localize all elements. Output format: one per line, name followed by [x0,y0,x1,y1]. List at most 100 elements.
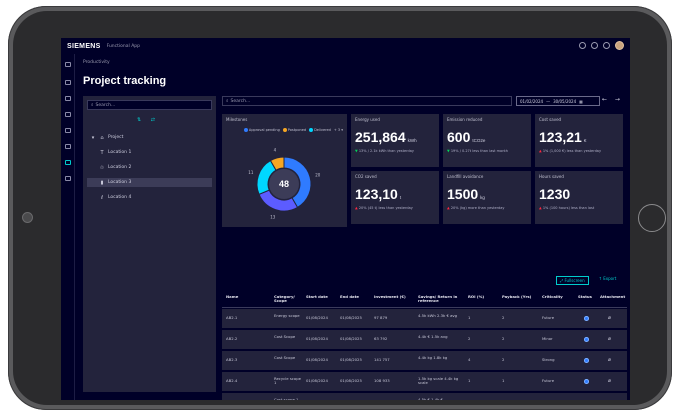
column-header[interactable]: Category/ Scope [274,294,304,303]
kpi-number: 600 [447,129,471,145]
kpi-value: 1230 [539,186,570,202]
donut-segment-label: 11 [248,170,254,175]
avatar[interactable] [615,41,624,50]
kpi-trend: ▲ 1% (1,000 €) less than yesterday [539,149,601,153]
kpi-unit: t [399,195,402,200]
attachment-icon[interactable]: ⌀ [608,399,611,400]
table-row[interactable]: AB2.5Cost scope 101/08/202401/08/2025142… [222,393,627,400]
kpi-trend-text: 20% (kg) more than yesterday [450,206,505,210]
page-title: Project tracking [83,75,167,87]
search-nav-icon[interactable] [65,96,71,101]
column-header[interactable]: Attachment [600,294,625,299]
chart-nav-icon[interactable] [65,112,71,117]
list-nav-icon[interactable] [65,176,71,181]
table-cell: AB2.3 [226,357,238,362]
app-screen: SIEMENS Functional App Productivity Proj… [61,38,630,400]
kpi-card: Hours saved 1230 ▲ 1% (100 hours) less tha… [535,171,623,224]
tree-item[interactable]: T Location 1 [87,148,212,157]
table-cell: 63 792 [374,336,388,341]
tree-item-label: Location 3 [108,180,132,185]
settings-icon[interactable] [591,42,598,49]
attachment-icon[interactable]: ⌀ [608,315,611,321]
tree-item[interactable]: ▮ Location 3 [87,178,212,187]
table-cell: Future [542,378,555,383]
kpi-value: 1500 kg [447,186,485,202]
kpi-value: 123,21 € [539,129,586,145]
table-row[interactable]: AB2.3 Cost Scope 01/08/2024 01/08/2025 141 7… [222,351,627,371]
kpi-unit: € [583,138,587,143]
help-icon[interactable] [579,42,586,49]
export-button[interactable]: ↑ Export [599,276,617,285]
calendar-icon: ▦ [579,98,583,104]
kpi-number: 123,10 [355,186,398,202]
kpi-label: CO2 saved [355,174,377,179]
tree-toolbar[interactable]: ⇅ ⇄ [137,117,159,123]
app-name: Functional App [106,43,140,49]
kpi-trend: ▲ 20% (kg) more than yesterday [447,206,504,210]
fullscreen-button[interactable]: ⤢ Fullscreen [556,276,589,285]
table-cell: Cost Scope [274,355,296,360]
status-icon [584,358,589,363]
attachment-icon[interactable]: ⌀ [608,357,611,363]
column-header[interactable]: Start date [306,294,328,299]
column-header[interactable]: Savings/ Return in reference [418,294,466,303]
table-cell: 01/08/2025 [340,315,362,320]
notification-icon[interactable] [603,42,610,49]
kpi-trend: ▼ 19% / 0.27t less than last month [447,149,508,153]
column-header[interactable]: ROI (%) [468,294,484,299]
tools-nav-icon[interactable] [65,128,71,133]
column-header[interactable]: Investment (€) [374,294,406,299]
table-toolbar: ⤢ Fullscreen ↑ Export [556,276,616,285]
top-bar-actions [579,41,624,50]
table-cell: 01/08/2024 [306,378,328,383]
table-row[interactable]: AB2.1 Energy scope 01/08/2024 01/08/2025 97 … [222,309,627,329]
kpi-trend-text: 19% / 0.27t less than last month [450,149,509,153]
project-nav-icon[interactable] [65,160,71,165]
table-cell: Cost Scope [274,334,296,339]
column-header[interactable]: End date [340,294,359,299]
tree-item-label: Project [108,135,124,140]
kpi-label: Hours saved [539,174,564,179]
attachment-icon[interactable]: ⌀ [608,378,611,384]
kpi-number: 1230 [539,186,571,202]
document-nav-icon[interactable] [65,144,71,149]
table-cell: AB2.2 [226,336,238,341]
table-header: Name Category/ Scope Start date End date Inv… [222,288,627,308]
kpi-label: Emission reduced [447,117,483,122]
location-icon: ▮ [100,179,104,186]
column-header[interactable]: Payback (Yrs) [502,294,531,299]
tree-item[interactable]: ♲ Location 2 [87,163,212,172]
tree-item[interactable]: ▾ ⌂ Project [87,133,212,142]
table-cell: 2 [502,336,505,341]
kpi-number: 251,864 [355,129,406,145]
kpi-label: Landfill avoidance [447,174,484,179]
table-cell: AB2.1 [226,315,238,320]
chevron-down-icon[interactable]: ▾ [90,135,96,141]
column-header[interactable]: Criticality [542,294,563,299]
date-range-picker[interactable]: 01/02/2024 — 30/05/2024 ▦ [516,96,600,106]
kpi-trend-text: 20% (45 t) less than yesterday [358,206,413,210]
table-row[interactable]: AB2.2 Cost Scope 01/08/2024 01/08/2025 63 79… [222,330,627,350]
table-cell: 1 [502,378,505,383]
period-nav-arrows[interactable]: ← → [602,96,623,103]
tree-item[interactable]: ℓ Location 4 [87,193,212,202]
table-cell: 97 879 [374,315,388,320]
kpi-value: 123,10 t [355,186,401,202]
column-header[interactable]: Name [226,294,238,299]
home-button[interactable] [638,204,666,232]
table-cell: 01/08/2025 [340,378,362,383]
column-header[interactable]: Status [578,294,592,299]
donut-segment-label: 4 [274,148,277,153]
breadcrumb[interactable]: Productivity [83,60,110,65]
table-row[interactable]: AB2.4 Recycle scope 1 01/08/2024 01/08/2025… [222,372,627,392]
kpi-value: 251,864 kWh [355,129,417,145]
menu-icon[interactable] [65,62,71,67]
search-input[interactable]: ⌕ Search... [222,96,512,106]
tree-search-input[interactable]: ⌕ Search... [87,100,212,110]
search-icon: ⌕ [91,103,94,108]
kpi-trend-text: 1% (100 hours) less than last [542,206,595,210]
home-icon[interactable] [65,80,71,85]
attachment-icon[interactable]: ⌀ [608,336,611,342]
kpi-card: Landfill avoidance 1500 kg ▲ 20% (kg) more … [443,171,531,224]
milestones-card: Milestones Approval pending Postponed Deli… [222,114,347,227]
